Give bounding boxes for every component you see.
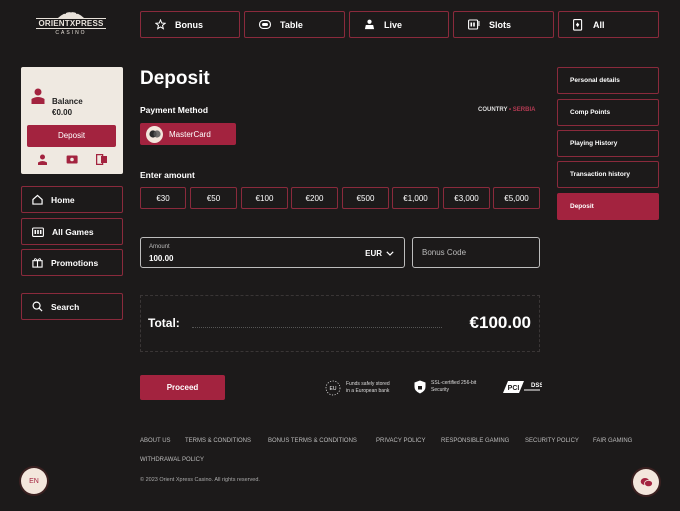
star-icon [155,19,166,30]
total-label: Total: [148,316,180,330]
nav-live-label: Live [384,19,403,30]
account-profile-icon[interactable] [37,154,48,165]
amount-preset-100[interactable]: €100 [241,187,288,209]
live-dealer-icon [364,19,375,30]
logo-emblem-icon [36,8,106,18]
bonus-code-input[interactable] [412,237,540,268]
footer-link-privacy[interactable]: PRIVACY POLICY [376,438,425,444]
nav-slots-label: Slots [489,19,512,30]
total-value: €100.00 [469,313,531,332]
currency-value: EUR [365,249,382,258]
trust-ssl-line1: SSL-certified 256-bit [431,380,477,386]
pci-dss-logo: PCI DSS [502,379,542,395]
footer-link-security[interactable]: SECURITY POLICY [525,438,579,444]
country-value: SERBIA [512,107,536,113]
casino-logo[interactable]: ORIENTXPRESS CASINO [36,8,106,42]
account-menu-personal-details[interactable]: Personal details [557,67,659,94]
mastercard-icon [146,125,163,143]
amount-preset-200[interactable]: €200 [291,187,338,209]
payment-method-label: Payment Method [140,105,209,115]
amount-preset-3000[interactable]: €3,000 [443,187,490,209]
trust-ssl-line2: Security [431,387,450,393]
live-chat-button[interactable] [633,469,659,495]
amount-preset-30[interactable]: €30 [140,187,186,209]
balance-amount: €0.00 [52,108,73,117]
page-title: Deposit [140,68,210,89]
sidebar-item-home[interactable]: Home [21,186,123,213]
sidebar-item-label: Promotions [51,257,99,268]
footer-link-about[interactable]: ABOUT US [140,438,171,444]
trust-eu-bank: EU Funds safely stored in a European ban… [325,380,390,396]
enter-amount-label: Enter amount [140,170,195,180]
copyright: © 2023 Orient Xpress Casino. All rights … [140,477,260,483]
amount-field-label: Amount [149,244,170,250]
nav-bonus[interactable]: Bonus [140,11,240,38]
games-icon [32,226,44,237]
logo-name: ORIENTXPRESS [36,18,106,29]
sidebar-item-promotions[interactable]: Promotions [21,249,123,276]
footer-link-responsible-gaming[interactable]: RESPONSIBLE GAMING [441,438,509,444]
gift-icon [32,257,43,268]
home-icon [32,194,43,205]
logout-icon[interactable] [96,154,108,165]
nav-table-label: Table [280,19,303,30]
slots-icon [468,19,480,30]
logo-sub: CASINO [55,30,87,36]
nav-bonus-label: Bonus [175,19,203,30]
amount-preset-5000[interactable]: €5,000 [493,187,540,209]
eu-badge-text: EU [330,386,337,392]
footer-link-bonus-terms[interactable]: BONUS TERMS & CONDITIONS [268,438,357,444]
account-menu-playing-history[interactable]: Playing History [557,130,659,157]
currency-select[interactable]: EUR [365,249,394,258]
language-selector[interactable]: EN [21,468,47,494]
amount-preset-50[interactable]: €50 [190,187,237,209]
nav-slots[interactable]: Slots [453,11,554,38]
footer-link-terms[interactable]: TERMS & CONDITIONS [185,438,251,444]
nav-table[interactable]: Table [244,11,345,38]
shield-lock-icon [414,380,426,394]
payment-method-label-text: MasterCard [169,129,211,139]
account-menu-comp-points[interactable]: Comp Points [557,99,659,126]
svg-text:DSS: DSS [531,383,542,389]
nav-live[interactable]: Live [349,11,449,38]
sidebar-search[interactable]: Search [21,293,123,320]
balance-deposit-button[interactable]: Deposit [27,125,116,147]
total-divider [192,327,442,328]
country-label: COUNTRY [478,107,508,113]
svg-text:PCI: PCI [508,385,520,392]
amount-preset-1000[interactable]: €1,000 [392,187,439,209]
cashier-icon[interactable] [66,154,79,165]
country-indicator: COUNTRY • SERBIA [478,107,536,113]
poker-chip-icon [259,20,271,29]
payment-method-mastercard[interactable]: MasterCard [140,123,236,145]
sidebar-item-label: Home [51,194,75,205]
account-menu-deposit[interactable]: Deposit [557,193,659,220]
nav-all[interactable]: All [558,11,659,38]
amount-input[interactable]: Amount 100.00 EUR [140,237,405,268]
chat-bubbles-icon [640,477,653,488]
trust-eu-line2: in a European bank [346,388,390,394]
user-avatar-icon [31,88,45,104]
cards-icon [573,18,584,31]
trust-eu-line1: Funds safely stored [346,381,390,387]
proceed-button[interactable]: Proceed [140,375,225,400]
eu-stars-icon: EU [325,380,341,396]
trust-ssl: SSL-certified 256-bit Security [414,380,476,394]
sidebar-item-label: All Games [52,226,94,237]
amount-preset-500[interactable]: €500 [342,187,389,209]
amount-field-value[interactable]: 100.00 [149,254,173,263]
sidebar-search-label: Search [51,301,80,312]
balance-card: Balance €0.00 Deposit [21,67,123,174]
chevron-down-icon [386,251,394,256]
nav-all-label: All [593,19,605,30]
search-icon [32,301,43,312]
balance-label: Balance [52,97,83,106]
footer-link-fair-gaming[interactable]: FAIR GAMING [593,438,632,444]
sidebar-item-all-games[interactable]: All Games [21,218,123,245]
account-menu-transaction-history[interactable]: Transaction history [557,161,659,188]
footer-link-withdrawal[interactable]: WITHDRAWAL POLICY [140,457,204,463]
